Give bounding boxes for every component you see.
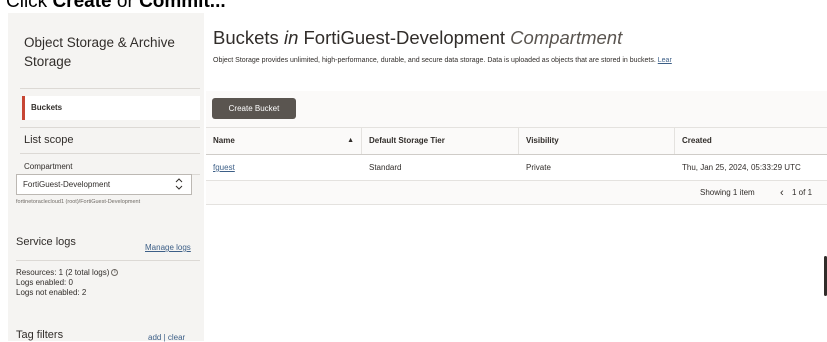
logs-enabled-text: Logs enabled: 0	[16, 278, 73, 287]
sidebar-item-buckets[interactable]: Buckets	[22, 96, 200, 120]
table-header: Name ▲ Default Storage Tier Visibility C…	[206, 127, 827, 155]
resources-count: Resources: 1 (2 total logs)	[16, 268, 110, 277]
table-row: fguest Standard Private Thu, Jan 25, 202…	[206, 155, 827, 181]
manage-logs-link[interactable]: Manage logs	[145, 243, 191, 252]
bucket-created: Thu, Jan 25, 2024, 05:33:29 UTC	[682, 163, 801, 172]
resources-text: Resources: 1 (2 total logs) i	[16, 268, 119, 277]
compartment-path: fortinetoraclecloud1 (root)/FortiGuest-D…	[16, 199, 141, 205]
previous-page-icon[interactable]: ‹	[780, 181, 784, 205]
page-title: Buckets in FortiGuest-Development Compar…	[213, 27, 622, 49]
page-title-prefix: Buckets	[213, 27, 279, 48]
compartment-select[interactable]: FortiGuest-Development	[16, 174, 192, 195]
service-logs-heading: Service logs	[16, 236, 76, 248]
column-header-created[interactable]: Created	[675, 128, 827, 154]
table-footer: Showing 1 item ‹ 1 of 1	[206, 181, 827, 205]
instruction-text: Click Create or Commit...	[6, 0, 226, 13]
sidebar-title: Object Storage & Archive Storage	[24, 35, 175, 69]
column-header-name[interactable]: Name ▲	[206, 128, 362, 154]
chevron-updown-icon	[175, 178, 183, 190]
sort-ascending-icon[interactable]: ▲	[347, 128, 354, 154]
instruction-create: Create	[52, 0, 112, 12]
sidebar-divider	[20, 127, 200, 128]
compartment-select-value: FortiGuest-Development	[23, 180, 111, 189]
logs-not-enabled-text: Logs not enabled: 2	[16, 288, 87, 297]
sidebar: Object Storage & Archive Storage Buckets…	[8, 13, 204, 342]
bucket-tier: Standard	[369, 163, 402, 172]
column-header-tier[interactable]: Default Storage Tier	[362, 128, 519, 154]
instruction-middle: or	[111, 0, 140, 12]
list-scope-heading: List scope	[24, 134, 74, 146]
bucket-name-link[interactable]: fguest	[206, 155, 362, 180]
column-header-visibility[interactable]: Visibility	[519, 128, 675, 154]
tag-filters-heading: Tag filters	[16, 329, 64, 341]
description-text: Object Storage provides unlimited, high-…	[213, 57, 656, 64]
create-bucket-button[interactable]: Create Bucket	[212, 98, 296, 119]
column-header-name-label: Name	[213, 136, 235, 145]
page-indicator: 1 of 1	[792, 188, 813, 197]
compartment-label: Compartment	[24, 162, 73, 171]
toolbar	[206, 91, 827, 131]
main-content: Buckets in FortiGuest-Development Compar…	[204, 13, 827, 341]
sidebar-divider	[16, 260, 200, 261]
sidebar-divider	[20, 88, 200, 89]
page-description: Object Storage provides unlimited, high-…	[213, 55, 827, 67]
showing-count: Showing 1 item	[700, 188, 755, 197]
page-title-compartment: FortiGuest-Development	[303, 27, 506, 48]
instruction-commit: Commit...	[139, 0, 226, 12]
page-title-compartment-word: Compartment	[510, 27, 623, 48]
info-icon[interactable]: i	[111, 269, 119, 277]
bucket-visibility: Private	[526, 163, 551, 172]
sidebar-divider	[20, 153, 200, 154]
instruction-prefix: Click	[6, 0, 53, 12]
page-title-in: in	[283, 27, 299, 48]
learn-more-link[interactable]: Lear	[658, 57, 672, 64]
